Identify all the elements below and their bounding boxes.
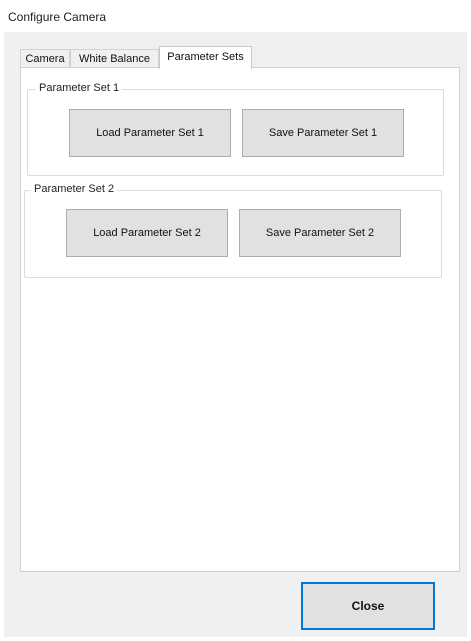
close-button[interactable]: Close	[301, 582, 435, 630]
parameter-set-1-label: Parameter Set 1	[36, 82, 123, 94]
load-parameter-set-2-button[interactable]: Load Parameter Set 2	[66, 209, 228, 257]
save-parameter-set-1-button[interactable]: Save Parameter Set 1	[242, 109, 404, 157]
load-parameter-set-1-button[interactable]: Load Parameter Set 1	[69, 109, 231, 157]
save-parameter-set-2-button[interactable]: Save Parameter Set 2	[239, 209, 401, 257]
parameter-set-2-label: Parameter Set 2	[31, 183, 118, 195]
window-title: Configure Camera	[8, 10, 107, 24]
parameter-set-1-group: Parameter Set 1 Load Parameter Set 1 Sav…	[27, 82, 444, 176]
tab-parameter-sets[interactable]: Parameter Sets	[159, 46, 252, 69]
parameter-sets-panel: Parameter Set 1 Load Parameter Set 1 Sav…	[20, 67, 460, 572]
configure-camera-dialog: Configure Camera Camera White Balance Pa…	[0, 0, 471, 641]
parameter-set-2-group: Parameter Set 2 Load Parameter Set 2 Sav…	[24, 183, 442, 278]
tab-white-balance[interactable]: White Balance	[70, 49, 159, 68]
tab-camera[interactable]: Camera	[20, 49, 70, 68]
title-bar: Configure Camera	[0, 0, 471, 32]
